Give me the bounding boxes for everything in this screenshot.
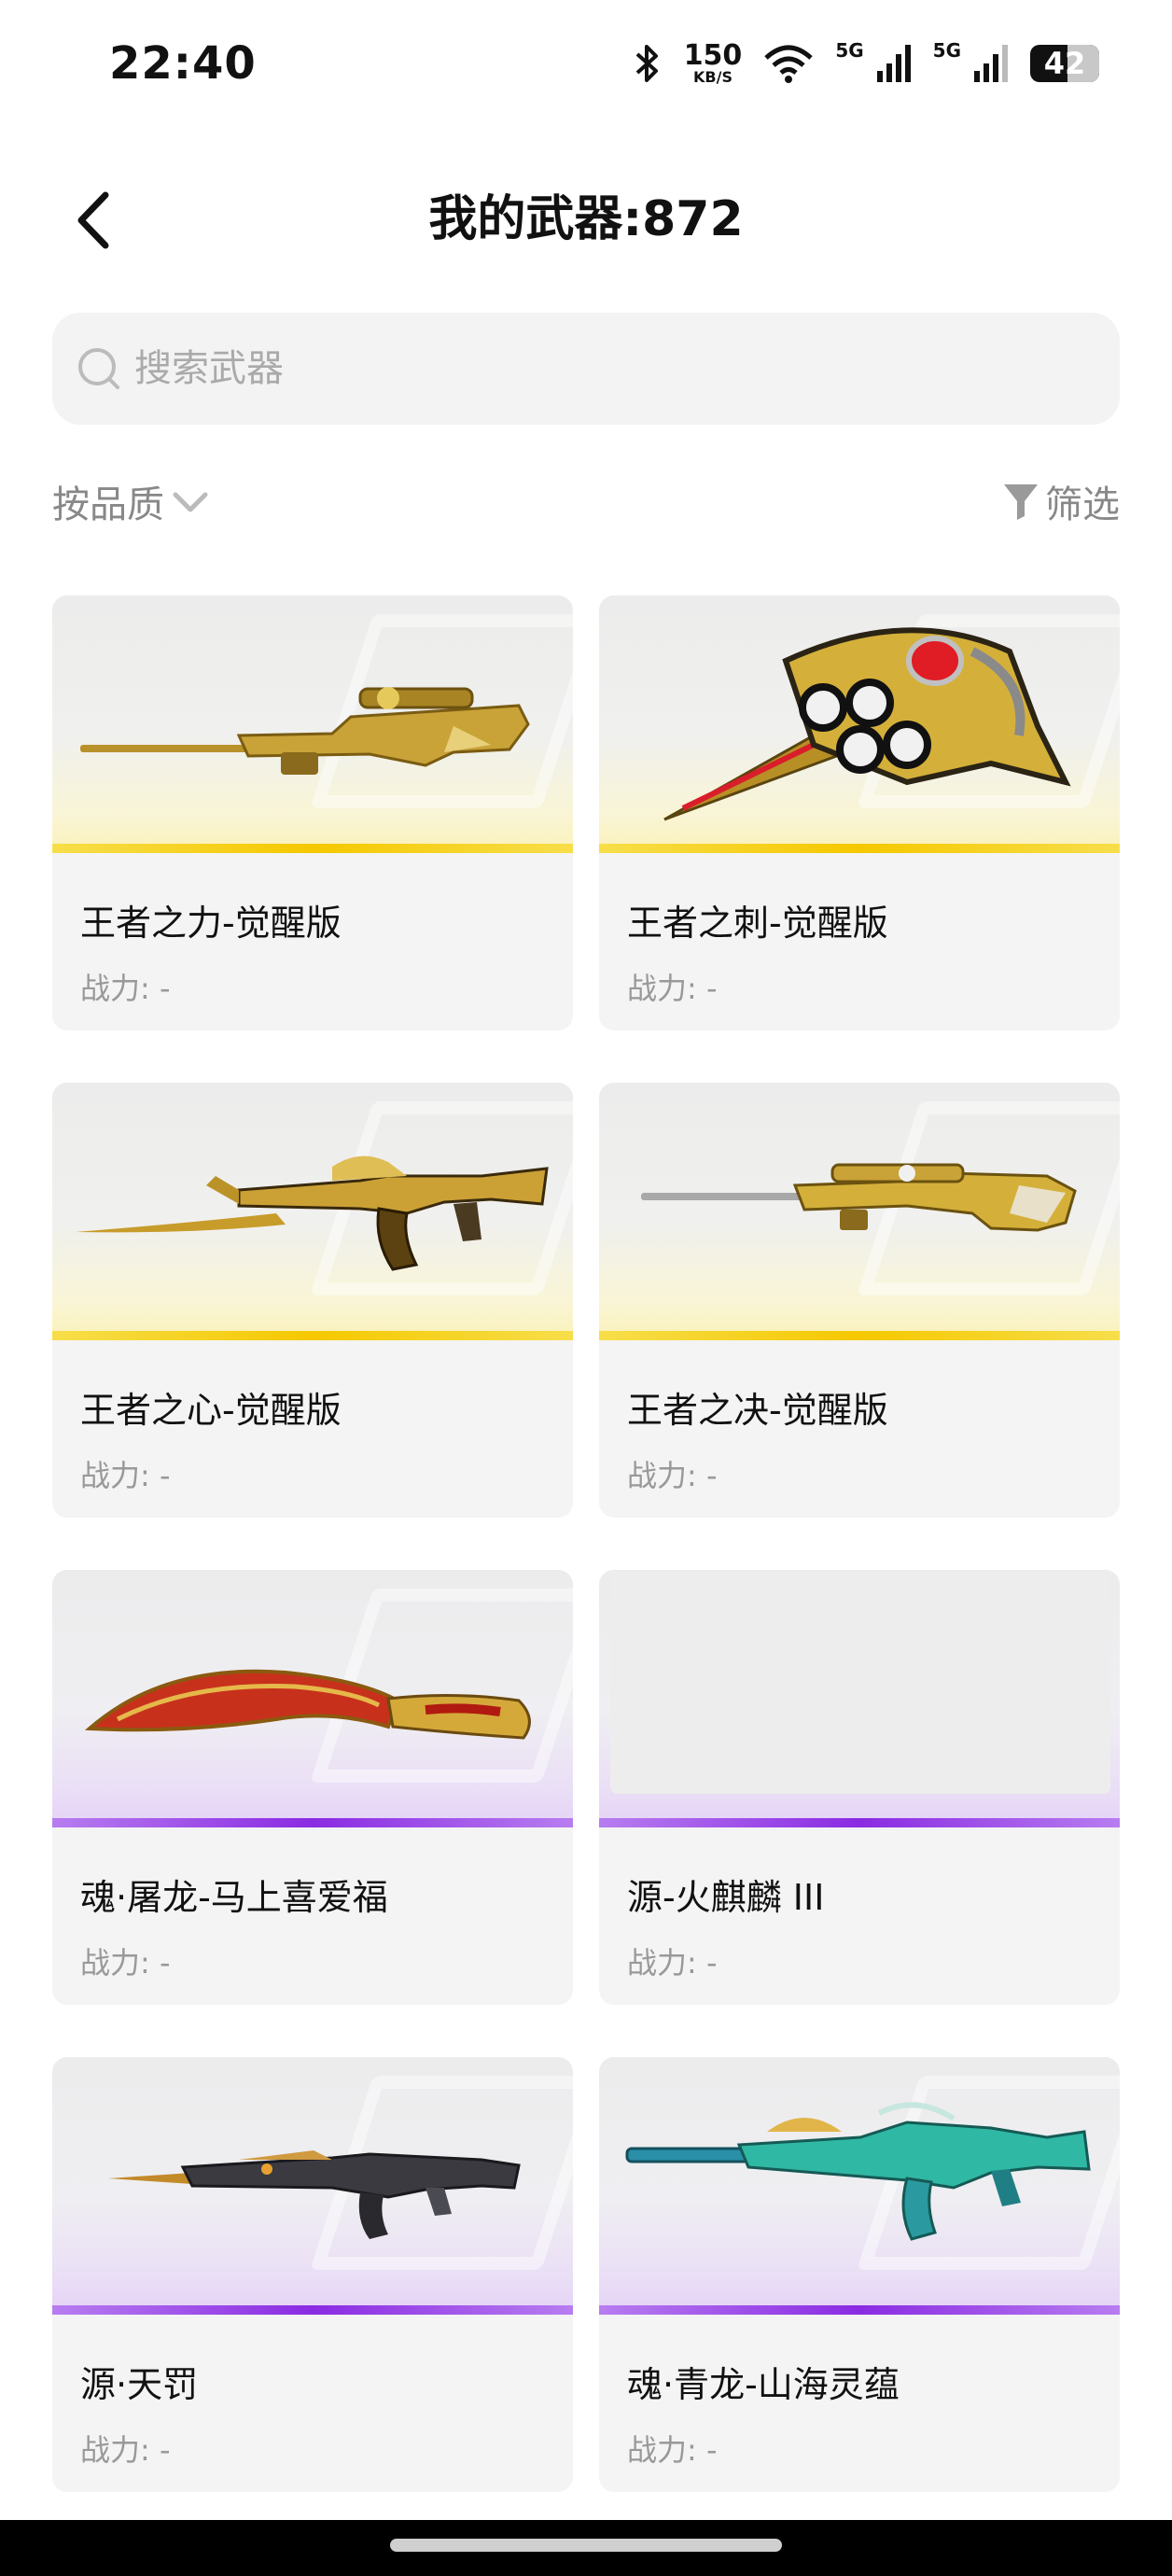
weapon-power: 战力: -	[80, 971, 171, 1006]
assault-rifle-icon	[108, 2150, 521, 2239]
battery-icon: 42	[1030, 45, 1099, 82]
network-type-label: 5G	[835, 39, 864, 62]
home-indicator[interactable]	[390, 2539, 782, 2552]
assault-rifle-icon	[76, 1155, 549, 1271]
weapon-name: 王者之心-觉醒版	[80, 1390, 342, 1431]
network-speed: 150 KB/S	[684, 42, 743, 85]
weapon-power: 战力: -	[627, 2432, 718, 2468]
chevron-down-icon	[173, 492, 208, 512]
weapon-image	[52, 2057, 573, 2315]
wifi-icon	[764, 45, 814, 83]
weapon-power: 战力: -	[80, 2432, 171, 2468]
weapon-power: 战力: -	[80, 1458, 171, 1493]
bluetooth-icon	[635, 45, 658, 82]
weapon-card[interactable]: 王者之刺-觉醒版 战力: -	[599, 595, 1120, 1030]
weapon-card[interactable]: 王者之决-觉醒版 战力: -	[599, 1083, 1120, 1518]
weapon-image	[52, 1083, 573, 1340]
sniper-rifle-icon	[80, 687, 530, 775]
page-title: 我的武器:872	[428, 191, 744, 247]
network-type-label: 5G	[932, 39, 961, 62]
status-icons: 150 KB/S 5G 5G 42	[630, 35, 1099, 91]
weapon-power: 战力: -	[627, 1945, 718, 1981]
battery-level: 42	[1043, 46, 1086, 81]
filter-button[interactable]: 筛选	[1002, 474, 1120, 528]
knife-icon	[84, 1669, 531, 1740]
weapon-image	[52, 595, 573, 853]
weapon-power: 战力: -	[80, 1945, 171, 1981]
status-bar: 22:40 150 KB/S 5G 5G 42	[0, 0, 1172, 131]
search-input[interactable]	[133, 346, 1069, 391]
weapon-grid: 王者之力-觉醒版 战力: - 王者之刺-觉醒版 战力: - 王者之心-觉醒版 战…	[52, 595, 1120, 2492]
weapon-name: 魂·屠龙-马上喜爱福	[80, 1877, 388, 1918]
weapon-card[interactable]: 王者之力-觉醒版 战力: -	[52, 595, 573, 1030]
weapon-name: 王者之力-觉醒版	[80, 903, 342, 944]
weapon-power: 战力: -	[627, 971, 718, 1006]
signal-icon	[974, 45, 1008, 82]
knuckle-blade-icon	[663, 627, 1071, 821]
weapon-name: 王者之刺-觉醒版	[627, 903, 888, 944]
weapon-card[interactable]: 魂·屠龙-马上喜爱福 战力: -	[52, 1570, 573, 2005]
weapon-image	[599, 595, 1120, 853]
weapon-card[interactable]: 王者之心-觉醒版 战力: -	[52, 1083, 573, 1518]
filter-icon	[1004, 484, 1038, 520]
speed-value: 150	[683, 39, 743, 72]
weapon-image	[599, 1083, 1120, 1340]
signal-icon	[876, 45, 911, 82]
weapon-image	[599, 2057, 1120, 2315]
weapon-image	[52, 1570, 573, 1827]
image-placeholder	[610, 1570, 1110, 1794]
search-icon	[78, 348, 119, 389]
weapon-name: 源·天罚	[80, 2364, 199, 2405]
filter-label: 筛选	[1045, 483, 1120, 526]
speed-unit: KB/S	[693, 68, 732, 86]
weapon-card[interactable]: 源·天罚 战力: -	[52, 2057, 573, 2492]
sort-label: 按品质	[52, 483, 164, 526]
weapon-card[interactable]: 魂·青龙-山海灵蕴 战力: -	[599, 2057, 1120, 2492]
weapon-name: 王者之决-觉醒版	[627, 1390, 888, 1431]
status-time: 22:40	[109, 37, 257, 90]
weapon-card[interactable]: 源-火麒麟 III 战力: -	[599, 1570, 1120, 2005]
search-box[interactable]	[52, 313, 1120, 425]
sort-dropdown[interactable]: 按品质	[52, 474, 211, 528]
sniper-rifle-icon	[641, 1163, 1077, 1232]
weapon-power: 战力: -	[627, 1458, 718, 1493]
weapon-name: 魂·青龙-山海灵蕴	[627, 2364, 900, 2405]
weapon-image	[599, 1570, 1120, 1827]
assault-rifle-icon	[625, 2102, 1091, 2241]
weapon-name: 源-火麒麟 III	[627, 1877, 825, 1918]
